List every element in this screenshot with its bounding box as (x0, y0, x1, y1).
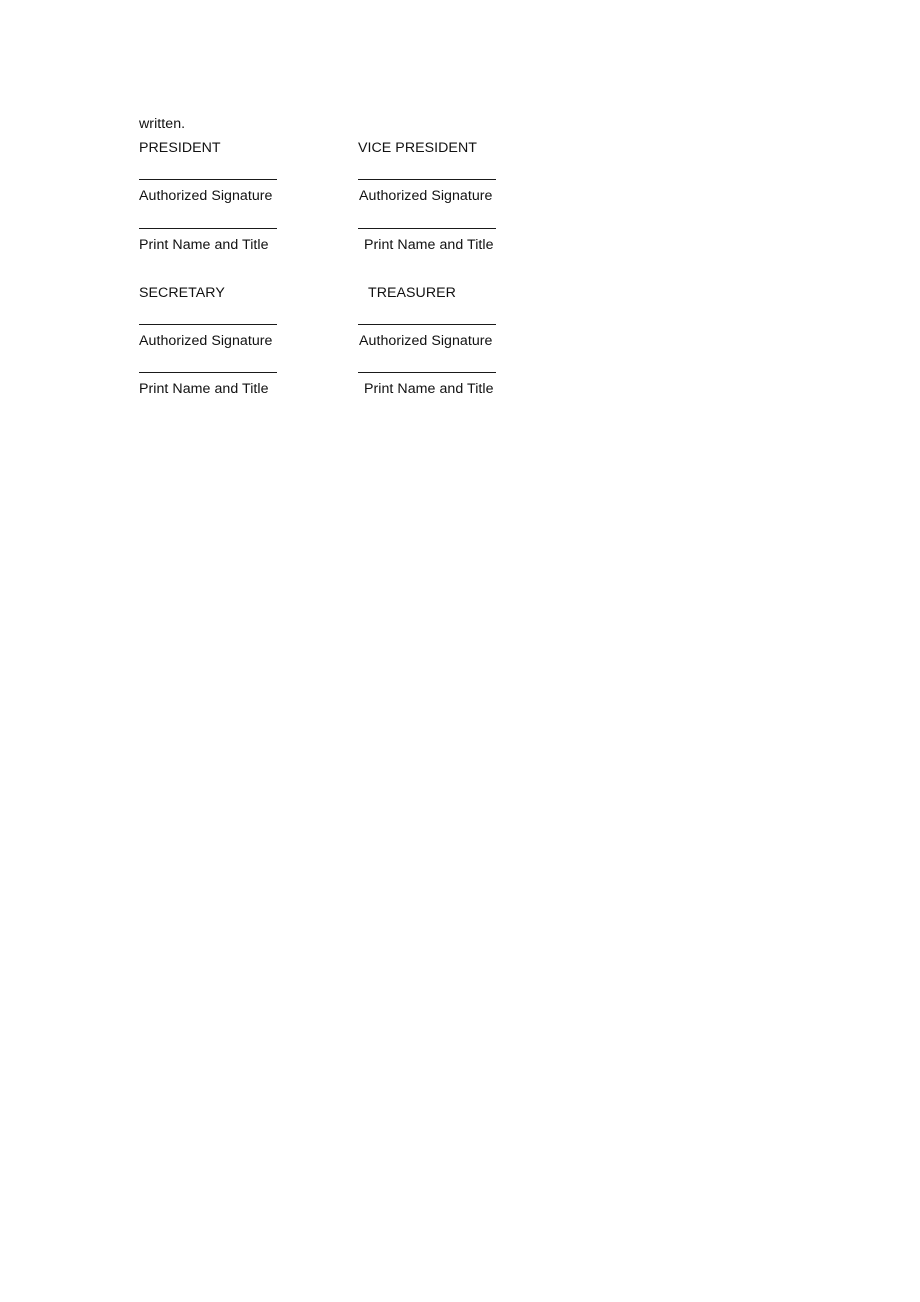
signature-line (139, 324, 277, 325)
signature-label: Authorized Signature (359, 333, 493, 349)
lead-text: written. (139, 116, 186, 132)
signature-label: Authorized Signature (139, 188, 273, 204)
print-name-label: Print Name and Title (139, 381, 269, 397)
print-name-label: Print Name and Title (139, 237, 269, 253)
print-name-label: Print Name and Title (364, 237, 494, 253)
document-page: written. PRESIDENT Authorized Signature … (0, 0, 920, 1302)
role-title: VICE PRESIDENT (358, 140, 477, 156)
signature-line (139, 179, 277, 180)
signature-label: Authorized Signature (359, 188, 493, 204)
role-title: PRESIDENT (139, 140, 221, 156)
role-title: TREASURER (368, 285, 456, 301)
role-title: SECRETARY (139, 285, 225, 301)
print-name-line (358, 372, 496, 373)
signature-label: Authorized Signature (139, 333, 273, 349)
print-name-line (358, 228, 496, 229)
signature-line (358, 179, 496, 180)
print-name-label: Print Name and Title (364, 381, 494, 397)
print-name-line (139, 372, 277, 373)
print-name-line (139, 228, 277, 229)
signature-line (358, 324, 496, 325)
